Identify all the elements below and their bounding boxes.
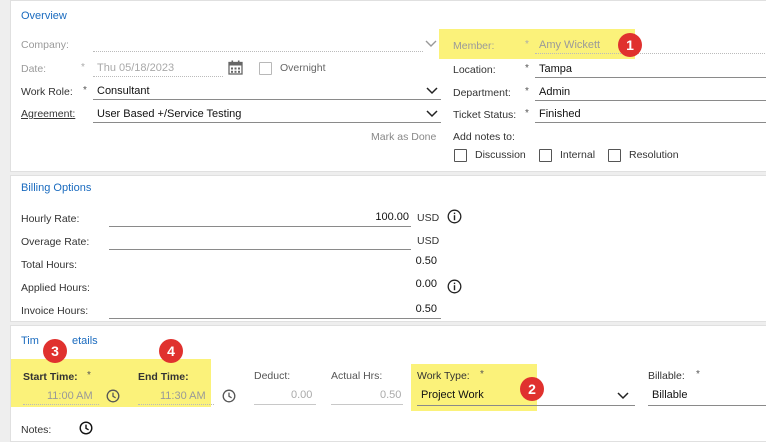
resolution-label: Resolution — [629, 149, 679, 161]
member-label: Member: — [453, 40, 495, 52]
work-role-field[interactable] — [93, 99, 441, 100]
hourly-rate-label: Hourly Rate: — [21, 213, 80, 225]
billing-title: Billing Options — [21, 182, 92, 194]
work-role-required-mark: * — [83, 85, 87, 96]
clock-icon[interactable] — [79, 421, 93, 435]
invoice-hours-label: Invoice Hours: — [21, 305, 89, 317]
deduct-field[interactable] — [254, 404, 316, 405]
clock-icon[interactable] — [222, 389, 236, 403]
actual-hrs-field — [331, 404, 403, 405]
agreement-chevron-down-icon[interactable] — [426, 110, 438, 118]
start-time-value[interactable]: 11:00 AM — [47, 390, 93, 402]
member-value[interactable]: Amy Wickett — [539, 39, 600, 51]
notes-label: Notes: — [21, 424, 52, 436]
overview-panel: Overview Company: Date: * Thu 05/18/2023… — [10, 0, 766, 172]
agreement-value[interactable]: User Based +/Service Testing — [97, 108, 241, 120]
department-value[interactable]: Admin — [539, 86, 570, 98]
department-required-mark: * — [525, 86, 529, 97]
info-icon[interactable] — [447, 279, 462, 294]
work-type-value[interactable]: Project Work — [421, 389, 484, 401]
invoice-hours-value[interactable]: 0.50 — [391, 303, 437, 315]
discussion-checkbox[interactable] — [454, 149, 467, 162]
billable-field[interactable] — [648, 405, 766, 406]
date-label: Date: — [21, 63, 47, 75]
start-time-required-mark: * — [87, 370, 91, 381]
work-type-required-mark: * — [480, 369, 484, 380]
start-time-label: Start Time: — [23, 371, 78, 383]
overview-title: Overview — [21, 10, 67, 22]
overage-rate-currency: USD — [417, 235, 440, 247]
work-type-field[interactable] — [417, 405, 635, 406]
calendar-icon[interactable] — [228, 60, 243, 75]
deduct-value[interactable]: 0.00 — [291, 389, 312, 401]
end-time-field[interactable] — [138, 404, 214, 405]
mark-as-done-button[interactable]: Mark as Done — [371, 131, 436, 143]
work-role-chevron-down-icon[interactable] — [426, 87, 438, 95]
location-value[interactable]: Tampa — [539, 63, 572, 75]
annotation-badge-4: 4 — [159, 339, 183, 363]
hourly-rate-currency: USD — [417, 212, 440, 224]
member-field[interactable] — [535, 53, 766, 54]
info-icon[interactable] — [447, 209, 462, 224]
internal-label: Internal — [560, 149, 596, 161]
annotation-badge-1: 1 — [618, 33, 642, 57]
member-required-mark: * — [525, 39, 529, 50]
clock-icon[interactable] — [106, 389, 120, 403]
work-role-value[interactable]: Consultant — [97, 85, 150, 97]
internal-checkbox[interactable] — [539, 149, 552, 162]
work-type-chevron-down-icon[interactable] — [617, 392, 629, 400]
date-field[interactable] — [93, 76, 223, 77]
billable-required-mark: * — [696, 369, 700, 380]
date-value[interactable]: Thu 05/18/2023 — [97, 62, 174, 74]
ticket-status-value[interactable]: Finished — [539, 108, 581, 120]
start-time-field[interactable] — [23, 404, 99, 405]
invoice-hours-field[interactable] — [109, 318, 441, 319]
applied-hours-label: Applied Hours: — [21, 282, 90, 294]
time-details-title-right: etails — [72, 335, 98, 347]
deduct-label: Deduct: — [254, 370, 291, 382]
work-type-label: Work Type: — [417, 370, 470, 382]
add-notes-label: Add notes to: — [453, 131, 515, 143]
total-hours-label: Total Hours: — [21, 259, 78, 271]
department-label: Department: — [453, 87, 511, 99]
total-hours-value: 0.50 — [415, 255, 437, 267]
company-label: Company: — [21, 39, 69, 51]
overage-rate-field[interactable] — [109, 249, 411, 250]
time-details-title-left: Tim — [21, 335, 39, 347]
applied-hours-value: 0.00 — [415, 278, 437, 290]
agreement-field[interactable] — [93, 122, 441, 123]
time-details-panel: Tim etails 3 4 Start Time: * 11:00 AM En… — [10, 325, 766, 442]
location-label: Location: — [453, 64, 496, 76]
annotation-badge-2: 2 — [520, 377, 544, 401]
company-field[interactable] — [93, 51, 423, 52]
actual-hrs-value: 0.50 — [380, 389, 402, 401]
ticket-status-field[interactable] — [535, 122, 766, 123]
company-chevron-down-icon[interactable] — [425, 40, 437, 48]
ticket-status-required-mark: * — [525, 108, 529, 119]
overnight-label: Overnight — [280, 62, 326, 74]
resolution-checkbox[interactable] — [608, 149, 621, 162]
location-required-mark: * — [525, 63, 529, 74]
location-field[interactable] — [535, 77, 766, 78]
discussion-label: Discussion — [475, 149, 526, 161]
billable-value[interactable]: Billable — [652, 389, 687, 401]
date-required-mark: * — [81, 62, 85, 73]
work-role-label: Work Role: — [21, 86, 73, 98]
hourly-rate-value[interactable]: 100.00 — [351, 211, 409, 223]
actual-hrs-label: Actual Hrs: — [331, 370, 383, 382]
end-time-label: End Time: — [138, 371, 189, 383]
overage-rate-label: Overage Rate: — [21, 236, 90, 248]
billable-label: Billable: — [648, 370, 685, 382]
overnight-checkbox[interactable] — [259, 62, 272, 75]
annotation-badge-3: 3 — [43, 339, 67, 363]
department-field[interactable] — [535, 100, 766, 101]
end-time-value[interactable]: 11:30 AM — [160, 390, 206, 402]
hourly-rate-field[interactable] — [109, 226, 411, 227]
billing-panel: Billing Options Hourly Rate: 100.00 USD … — [10, 175, 766, 322]
ticket-status-label: Ticket Status: — [453, 109, 517, 121]
agreement-label[interactable]: Agreement: — [21, 108, 75, 120]
